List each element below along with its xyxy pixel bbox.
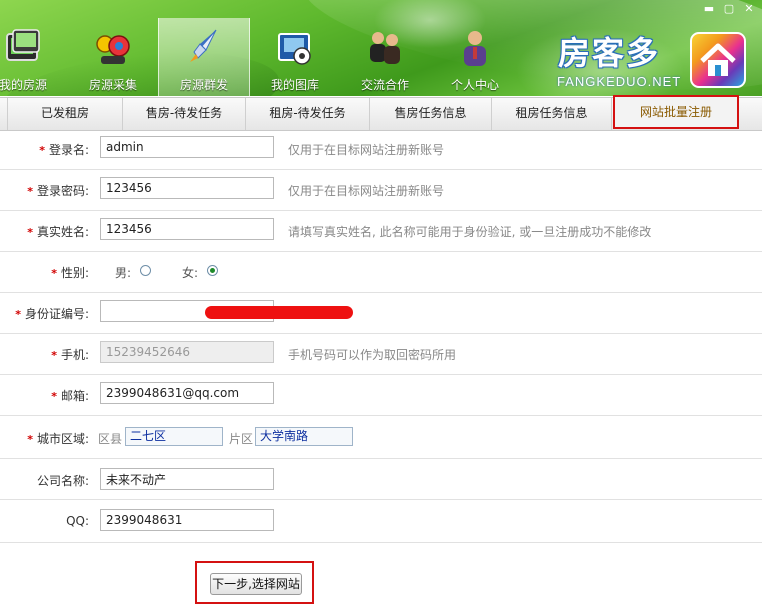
nav-item-my-listings[interactable]: 我的房源 <box>0 18 68 96</box>
next-step-button[interactable]: 下一步,选择网站 <box>210 573 302 595</box>
tab-rent-tasks[interactable]: 租房任务信息 <box>492 98 612 130</box>
field-label: QQ: <box>66 514 89 528</box>
logo-subtitle: FANGKEDUO.NET <box>557 74 682 89</box>
tab-overflow <box>0 98 8 130</box>
nav-label: 我的房源 <box>0 78 47 92</box>
field-label: * 手机: <box>51 348 89 362</box>
required-star-icon: * <box>27 433 33 446</box>
form-row-gender: * 性别: 男: 女: <box>0 252 762 293</box>
realname-hint: 请填写真实姓名, 此名称可能用于身份验证, 或一旦注册成功不能修改 <box>288 225 652 239</box>
tab-sale-pending[interactable]: 售房-待发任务 <box>123 98 246 130</box>
required-star-icon: * <box>15 308 21 321</box>
robot-toy-icon <box>96 35 130 64</box>
nav-item-personal[interactable]: 个人中心 <box>430 18 520 96</box>
close-icon[interactable]: ✕ <box>742 3 756 15</box>
nav-label: 房源群发 <box>179 78 228 92</box>
rocket-icon <box>190 29 217 62</box>
gender-male-radio[interactable] <box>140 265 151 276</box>
minimize-icon[interactable]: ▬ <box>702 3 716 15</box>
username-input[interactable] <box>100 136 274 158</box>
field-label: * 性别: <box>51 266 89 280</box>
tab-rented[interactable]: 已发租房 <box>8 98 123 130</box>
nav-item-gallery[interactable]: 我的图库 <box>250 18 340 96</box>
brand-logo: 房客多 FANGKEDUO.NET <box>555 28 755 94</box>
tab-batch-register[interactable]: 网站批量注册 <box>613 95 739 129</box>
form-row-email: * 邮箱: <box>0 375 762 416</box>
nav-label: 房源采集 <box>88 78 137 92</box>
field-label: * 城市区域: <box>27 432 89 446</box>
form-row-company: 公司名称: <box>0 459 762 500</box>
form-row-city: * 城市区域: 区县 二七区 片区 大学南路 <box>0 416 762 459</box>
area-label: 片区 <box>229 432 254 446</box>
gender-male-label: 男: <box>115 266 132 280</box>
nav-item-exchange[interactable]: 交流合作 <box>340 18 430 96</box>
required-star-icon: * <box>27 185 33 198</box>
user-icon <box>464 31 486 66</box>
required-star-icon: * <box>51 349 57 362</box>
realname-input[interactable] <box>100 218 274 240</box>
form-row-password: *登录密码: 仅用于在目标网站注册新账号 <box>0 170 762 211</box>
app-header: ▬ ▢ ✕ 我的房源 房源采集 房源群发 我的图库 交流合作 个人中心 房客多 … <box>0 0 762 96</box>
form-row-realname: *真实姓名: 请填写真实姓名, 此名称可能用于身份验证, 或一旦注册成功不能修改 <box>0 211 762 252</box>
required-star-icon: * <box>51 390 57 403</box>
qq-input[interactable] <box>100 509 274 531</box>
required-star-icon: * <box>27 226 33 239</box>
house-logo-icon <box>690 32 746 88</box>
field-label: * 身份证编号: <box>15 307 89 321</box>
password-input[interactable] <box>100 177 274 199</box>
phone-input <box>100 341 274 363</box>
form-row-phone: *手机: 手机号码可以作为取回密码所用 <box>0 334 762 375</box>
field-label: * 登录名: <box>39 143 89 157</box>
form-row-idcard: * 身份证编号: <box>0 293 762 334</box>
logo-title: 房客多 <box>558 34 661 72</box>
username-hint: 仅用于在目标网站注册新账号 <box>288 143 445 157</box>
phone-hint: 手机号码可以作为取回密码所用 <box>288 348 457 362</box>
idcard-input[interactable] <box>100 300 353 322</box>
field-label: * 真实姓名: <box>27 225 89 239</box>
tab-sale-tasks[interactable]: 售房任务信息 <box>370 98 492 130</box>
nav-label: 个人中心 <box>450 78 499 92</box>
submit-highlight: 下一步,选择网站 <box>195 561 314 604</box>
county-select[interactable]: 二七区 <box>125 427 223 446</box>
sub-tab-bar: 已发租房 售房-待发任务 租房-待发任务 售房任务信息 租房任务信息 网站批量注… <box>0 95 762 131</box>
nav-item-publish[interactable]: 房源群发 <box>158 18 250 96</box>
form-row-qq: QQ: <box>0 500 762 543</box>
maximize-icon[interactable]: ▢ <box>722 3 736 15</box>
email-input[interactable] <box>100 382 274 404</box>
people-icon <box>370 32 400 64</box>
field-label: * 邮箱: <box>51 389 89 403</box>
tab-rent-pending[interactable]: 租房-待发任务 <box>246 98 370 130</box>
photo-album-icon <box>278 33 311 65</box>
field-label: 公司名称: <box>36 474 89 488</box>
field-label: * 登录密码: <box>27 184 89 198</box>
required-star-icon: * <box>39 144 45 157</box>
county-label: 区县 <box>98 432 123 446</box>
required-star-icon: * <box>51 267 57 280</box>
nav-label: 我的图库 <box>270 78 319 92</box>
password-hint: 仅用于在目标网站注册新账号 <box>288 184 445 198</box>
redaction-mark <box>205 306 353 319</box>
form-row-username: *登录名: 仅用于在目标网站注册新账号 <box>0 129 762 170</box>
main-nav: 我的房源 房源采集 房源群发 我的图库 交流合作 个人中心 <box>0 18 520 96</box>
nav-label: 交流合作 <box>360 78 409 92</box>
nav-item-collect[interactable]: 房源采集 <box>68 18 158 96</box>
company-input[interactable] <box>100 468 274 490</box>
window-controls: ▬ ▢ ✕ <box>702 3 756 15</box>
area-select[interactable]: 大学南路 <box>255 427 353 446</box>
monitor-stack-icon <box>6 29 40 61</box>
gender-female-radio[interactable] <box>207 265 218 276</box>
gender-female-label: 女: <box>182 266 199 280</box>
